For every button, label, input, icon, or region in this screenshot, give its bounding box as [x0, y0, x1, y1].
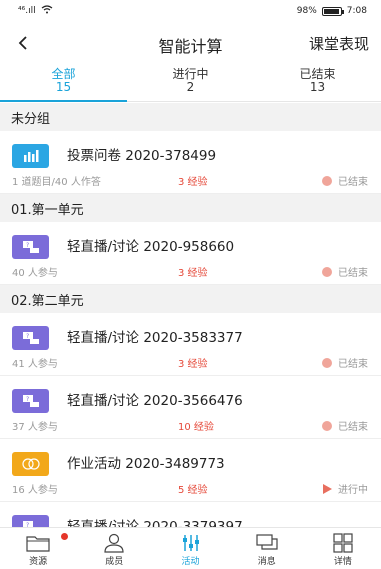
notification-dot — [61, 533, 68, 540]
section-header: 01.第一单元 — [0, 194, 381, 222]
item-title: 作业活动 2020-3489773 — [67, 456, 225, 472]
nav-bar: 智能计算 课堂表现 — [0, 22, 381, 64]
tab-count: 15 — [55, 80, 72, 94]
status-badge: 已结束 — [322, 418, 368, 433]
homework-icon — [12, 452, 49, 476]
tab-count: 2 — [186, 80, 195, 94]
item-meta: 40 人参与 — [12, 268, 58, 279]
svg-text:?: ? — [26, 333, 29, 340]
discussion-icon: ? — [12, 389, 49, 413]
item-title: 轻直播/讨论 2020-958660 — [67, 239, 235, 255]
back-button[interactable] — [8, 28, 38, 58]
flag-icon — [323, 483, 332, 494]
ended-dot-icon — [322, 357, 332, 368]
tab-ended[interactable]: 已结束 13 — [254, 64, 381, 101]
list-item[interactable]: ? 轻直播/讨论 2020-958660 40 人参与 3 经验 已结束 — [0, 222, 381, 285]
item-title: 投票问卷 2020-378499 — [67, 148, 217, 164]
list-item[interactable]: ? 轻直播/讨论 2020-3583377 41 人参与 3 经验 已结束 — [0, 313, 381, 376]
discussion-icon: ? — [12, 515, 49, 527]
list-item[interactable]: 作业活动 2020-3489773 16 人参与 5 经验 进行中 — [0, 439, 381, 502]
item-exp: 3 经验 — [178, 268, 208, 279]
status-text: 已结束 — [338, 268, 368, 279]
tab-bar-label: 资源 — [29, 557, 48, 567]
status-badge: 已结束 — [322, 264, 368, 279]
ended-dot-icon — [322, 175, 332, 186]
item-exp: 3 经验 — [178, 177, 208, 188]
tab-activities[interactable]: 活动 — [152, 528, 228, 569]
status-badge: 已结束 — [322, 173, 368, 188]
tab-bar-label: 消息 — [257, 557, 276, 567]
signal-indicator: ⁴⁶.ıll — [18, 6, 36, 16]
vote-icon — [12, 144, 49, 168]
item-exp: 5 经验 — [178, 485, 208, 496]
tab-details[interactable]: 详情 — [305, 528, 381, 569]
grid-icon — [330, 532, 356, 554]
bottom-tab-bar: 资源 成员 活动 消息 详情 — [0, 527, 381, 569]
battery-percent: 98% — [296, 6, 317, 16]
filter-tabs: 全部 15 进行中 2 已结束 13 — [0, 64, 381, 102]
discussion-icon: ? — [12, 235, 49, 259]
discussion-icon: ? — [12, 326, 49, 350]
wifi-icon — [41, 5, 53, 17]
list-item[interactable]: ? 轻直播/讨论 2020-3566476 37 人参与 10 经验 已结束 — [0, 376, 381, 439]
chevron-left-icon — [18, 36, 27, 50]
chat-icon — [254, 532, 280, 554]
tab-bar-label: 成员 — [105, 557, 124, 567]
item-title: 轻直播/讨论 2020-3566476 — [67, 393, 243, 409]
tab-bar-label: 活动 — [181, 557, 200, 567]
activity-list[interactable]: 未分组 投票问卷 2020-378499 1 道题目/40 人作答 3 经验 已… — [0, 103, 381, 527]
status-badge: 已结束 — [322, 355, 368, 370]
status-text: 已结束 — [338, 177, 368, 188]
tab-in-progress[interactable]: 进行中 2 — [127, 64, 254, 101]
status-bar: ⁴⁶.ıll 98% 7:08 — [0, 0, 381, 22]
person-icon — [101, 532, 127, 554]
item-meta: 1 道题目/40 人作答 — [12, 177, 101, 188]
status-text: 已结束 — [338, 359, 368, 370]
section-header: 未分组 — [0, 103, 381, 131]
tab-bar-label: 详情 — [333, 557, 352, 567]
tab-count: 13 — [309, 80, 326, 94]
item-title: 轻直播/讨论 2020-3583377 — [67, 330, 243, 346]
folder-icon — [25, 532, 51, 554]
section-header: 02.第二单元 — [0, 285, 381, 313]
item-exp: 3 经验 — [178, 359, 208, 370]
class-performance-button[interactable]: 课堂表现 — [309, 33, 369, 54]
status-text: 已结束 — [338, 422, 368, 433]
svg-text:?: ? — [26, 242, 29, 249]
item-meta: 16 人参与 — [12, 485, 58, 496]
item-title: 轻直播/讨论 2020-3379397 — [67, 519, 243, 527]
tab-messages[interactable]: 消息 — [229, 528, 305, 569]
status-text: 进行中 — [338, 485, 368, 496]
ended-dot-icon — [322, 266, 332, 277]
list-item[interactable]: 投票问卷 2020-378499 1 道题目/40 人作答 3 经验 已结束 — [0, 131, 381, 194]
svg-text:?: ? — [26, 396, 29, 403]
sliders-icon — [178, 532, 204, 554]
tab-members[interactable]: 成员 — [76, 528, 152, 569]
item-meta: 37 人参与 — [12, 422, 58, 433]
status-badge: 进行中 — [323, 481, 368, 496]
battery-icon — [321, 6, 344, 16]
item-meta: 41 人参与 — [12, 359, 58, 370]
tab-resources[interactable]: 资源 — [0, 528, 76, 569]
tab-all[interactable]: 全部 15 — [0, 64, 127, 102]
item-exp: 10 经验 — [178, 422, 214, 433]
list-item[interactable]: ? 轻直播/讨论 2020-3379397 — [0, 502, 381, 527]
clock: 7:08 — [346, 6, 367, 16]
ended-dot-icon — [322, 420, 332, 431]
